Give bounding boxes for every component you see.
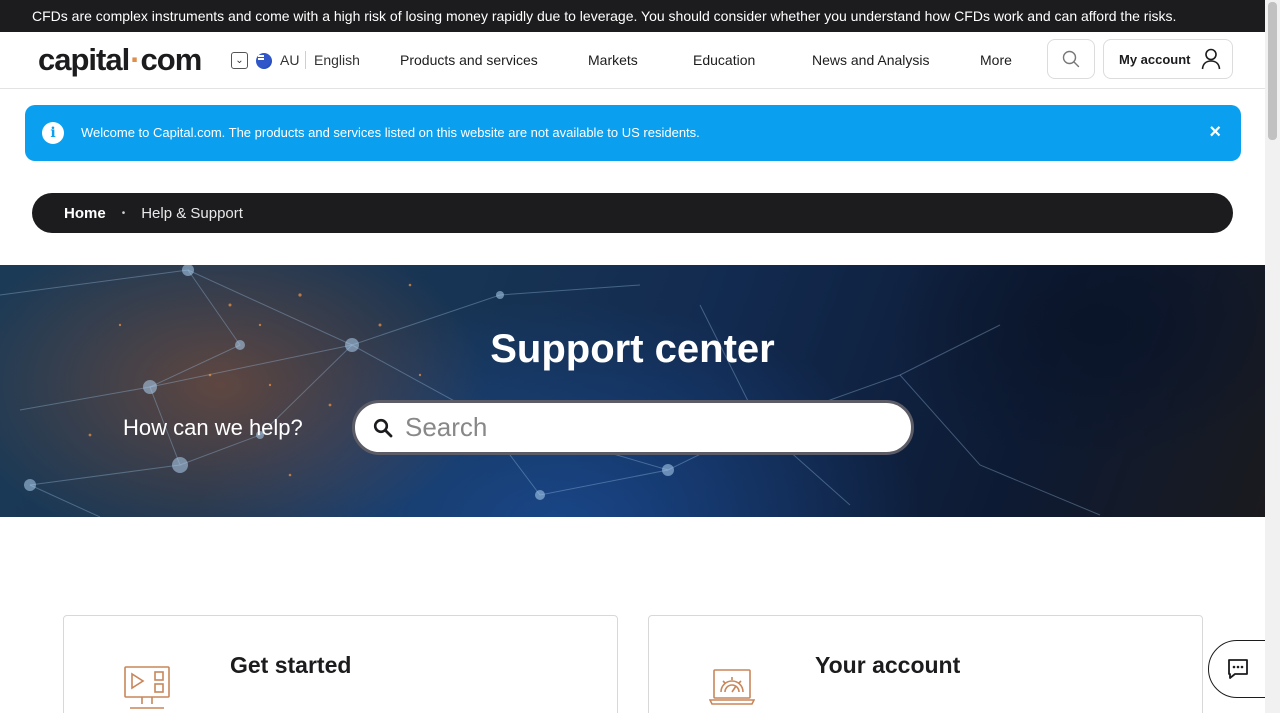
page-scrollbar[interactable]: [1265, 0, 1280, 713]
your-account-card[interactable]: Your account: [648, 615, 1203, 713]
notice-message: Welcome to Capital.com. The products and…: [81, 125, 700, 140]
nav-education[interactable]: Education: [693, 52, 755, 68]
support-search-input[interactable]: [405, 412, 865, 443]
risk-warning-bar: CFDs are complex instruments and come wi…: [0, 0, 1265, 32]
support-search-box: [352, 400, 914, 455]
chat-bubble-icon: [1228, 659, 1248, 679]
help-prompt: How can we help?: [123, 415, 303, 440]
nav-products-and-services[interactable]: Products and services: [400, 52, 538, 68]
network-background-graphic: [0, 265, 1101, 517]
us-residents-notice: i Welcome to Capital.com. The products a…: [25, 105, 1241, 161]
card-title: Your account: [815, 652, 961, 678]
breadcrumb-separator: •: [121, 207, 126, 219]
breadcrumb-current: Help & Support: [141, 204, 243, 222]
divider: [305, 51, 306, 69]
breadcrumb-home[interactable]: Home: [64, 205, 106, 222]
search-icon: [1062, 50, 1080, 68]
region-selector[interactable]: AU: [280, 52, 299, 68]
breadcrumb: Home • Help & Support: [32, 193, 1233, 233]
chevron-down-icon[interactable]: ⌄: [231, 52, 248, 69]
australia-flag-icon[interactable]: [256, 53, 272, 69]
site-header: capital · com ⌄ AU English Products and se…: [0, 32, 1265, 89]
scrollbar-thumb[interactable]: [1268, 2, 1277, 140]
close-icon[interactable]: ×: [1209, 122, 1221, 142]
get-started-card[interactable]: Get started: [63, 615, 618, 713]
user-icon: [1201, 48, 1220, 70]
monitor-play-icon: [124, 666, 170, 709]
nav-markets[interactable]: Markets: [588, 52, 638, 68]
capital-logo[interactable]: capital · com: [38, 42, 202, 78]
live-chat-button[interactable]: [1208, 640, 1268, 698]
header-search-button[interactable]: [1047, 39, 1095, 79]
card-title: Get started: [230, 652, 352, 678]
support-hero: Support center How can we help?: [0, 265, 1265, 517]
page-title: Support center: [490, 327, 775, 371]
language-selector[interactable]: English: [314, 52, 360, 68]
info-icon: i: [42, 122, 64, 144]
search-icon: [373, 418, 393, 437]
nav-more[interactable]: More: [980, 52, 1012, 68]
nav-news-and-analysis[interactable]: News and Analysis: [812, 52, 930, 68]
laptop-gear-icon: [709, 669, 755, 705]
my-account-button[interactable]: My account: [1103, 39, 1233, 79]
my-account-label: My account: [1119, 51, 1191, 67]
